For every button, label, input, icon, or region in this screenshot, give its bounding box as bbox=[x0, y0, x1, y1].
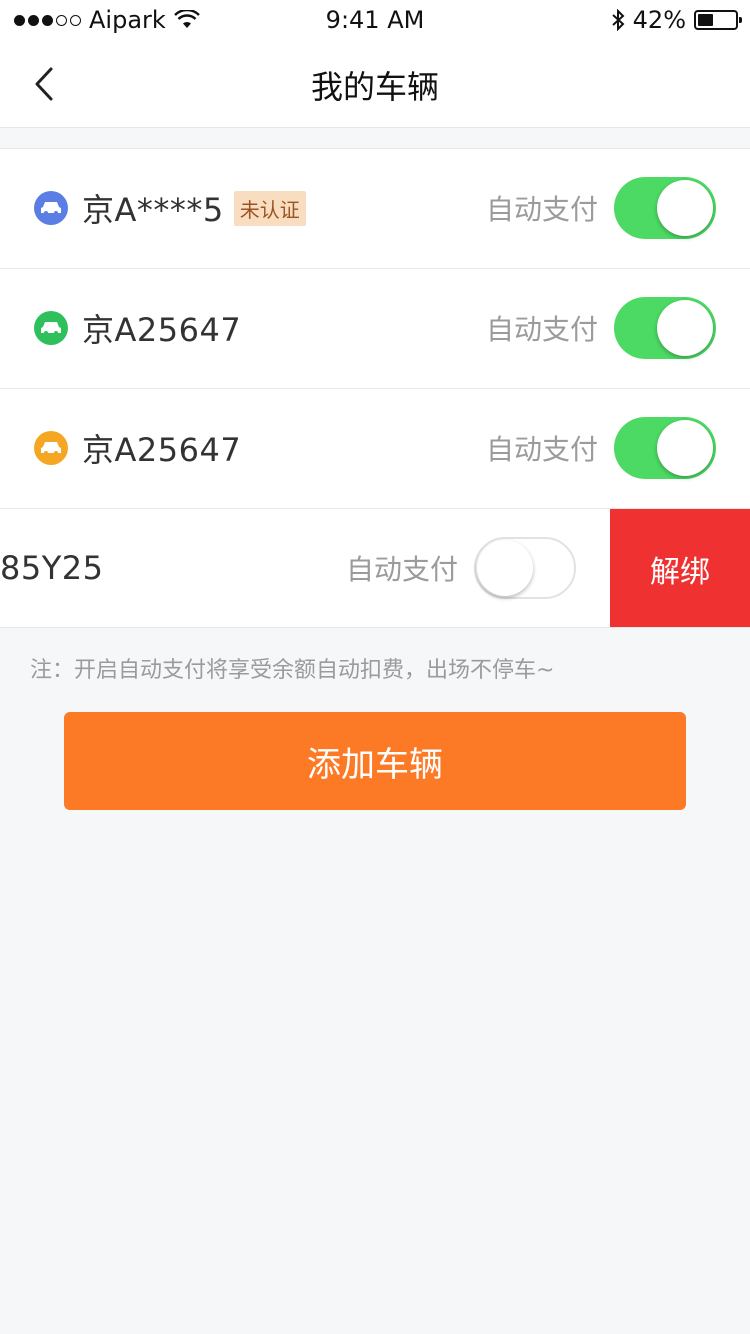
auto-pay-label: 自动支付 bbox=[485, 433, 598, 466]
status-right: 42% bbox=[611, 6, 742, 34]
car-icon bbox=[34, 431, 68, 465]
auto-pay-toggle[interactable] bbox=[614, 417, 716, 479]
toggle-knob bbox=[657, 180, 713, 236]
battery-percent: 42% bbox=[632, 6, 686, 34]
vehicle-row: 京A25647 自动支付 bbox=[0, 388, 750, 508]
vehicle-row: 京A25647 自动支付 bbox=[0, 268, 750, 388]
nav-bar: 我的车辆 bbox=[0, 40, 750, 128]
page-title: 我的车辆 bbox=[310, 68, 439, 106]
vehicle-row: 京A****5 未认证 自动支付 bbox=[0, 148, 750, 268]
auto-pay-label: 自动支付 bbox=[345, 553, 458, 586]
status-bar: Aipark 9:41 AM 42% bbox=[0, 0, 750, 40]
auto-pay-note: 注：开启自动支付将享受余额自动扣费，出场不停车~ bbox=[30, 658, 555, 683]
plate-number: 京A25647 bbox=[82, 431, 242, 469]
car-icon bbox=[34, 191, 68, 225]
vehicle-row-content[interactable]: 京A25647 自动支付 bbox=[0, 389, 750, 507]
car-icon bbox=[34, 311, 68, 345]
auto-pay-label: 自动支付 bbox=[485, 193, 598, 226]
plate-number: 85Y25 bbox=[0, 549, 104, 587]
auto-pay-label: 自动支付 bbox=[485, 313, 598, 346]
auto-pay-toggle[interactable] bbox=[474, 537, 576, 599]
add-vehicle-button[interactable]: 添加车辆 bbox=[64, 712, 686, 810]
battery-icon bbox=[694, 10, 742, 30]
auto-pay-toggle[interactable] bbox=[614, 177, 716, 239]
vehicle-row-content[interactable]: 京A****5 未认证 自动支付 bbox=[0, 149, 750, 267]
unverified-badge: 未认证 bbox=[233, 190, 306, 226]
bluetooth-icon bbox=[611, 9, 625, 31]
plate-number: 京A****5 bbox=[82, 191, 224, 229]
toggle-knob bbox=[477, 540, 533, 596]
vehicle-row-content[interactable]: 85Y25 自动支付 bbox=[0, 509, 610, 627]
vehicle-list: 京A****5 未认证 自动支付 京A25647 自动支付 京A25647 自动… bbox=[0, 148, 750, 628]
plate-number: 京A25647 bbox=[82, 311, 242, 349]
unbind-button[interactable]: 解绑 bbox=[610, 509, 750, 627]
vehicle-row-swiped: 85Y25 自动支付 解绑 bbox=[0, 508, 750, 628]
toggle-knob bbox=[657, 300, 713, 356]
auto-pay-toggle[interactable] bbox=[614, 297, 716, 359]
toggle-knob bbox=[657, 420, 713, 476]
vehicle-row-content[interactable]: 京A25647 自动支付 bbox=[0, 269, 750, 387]
